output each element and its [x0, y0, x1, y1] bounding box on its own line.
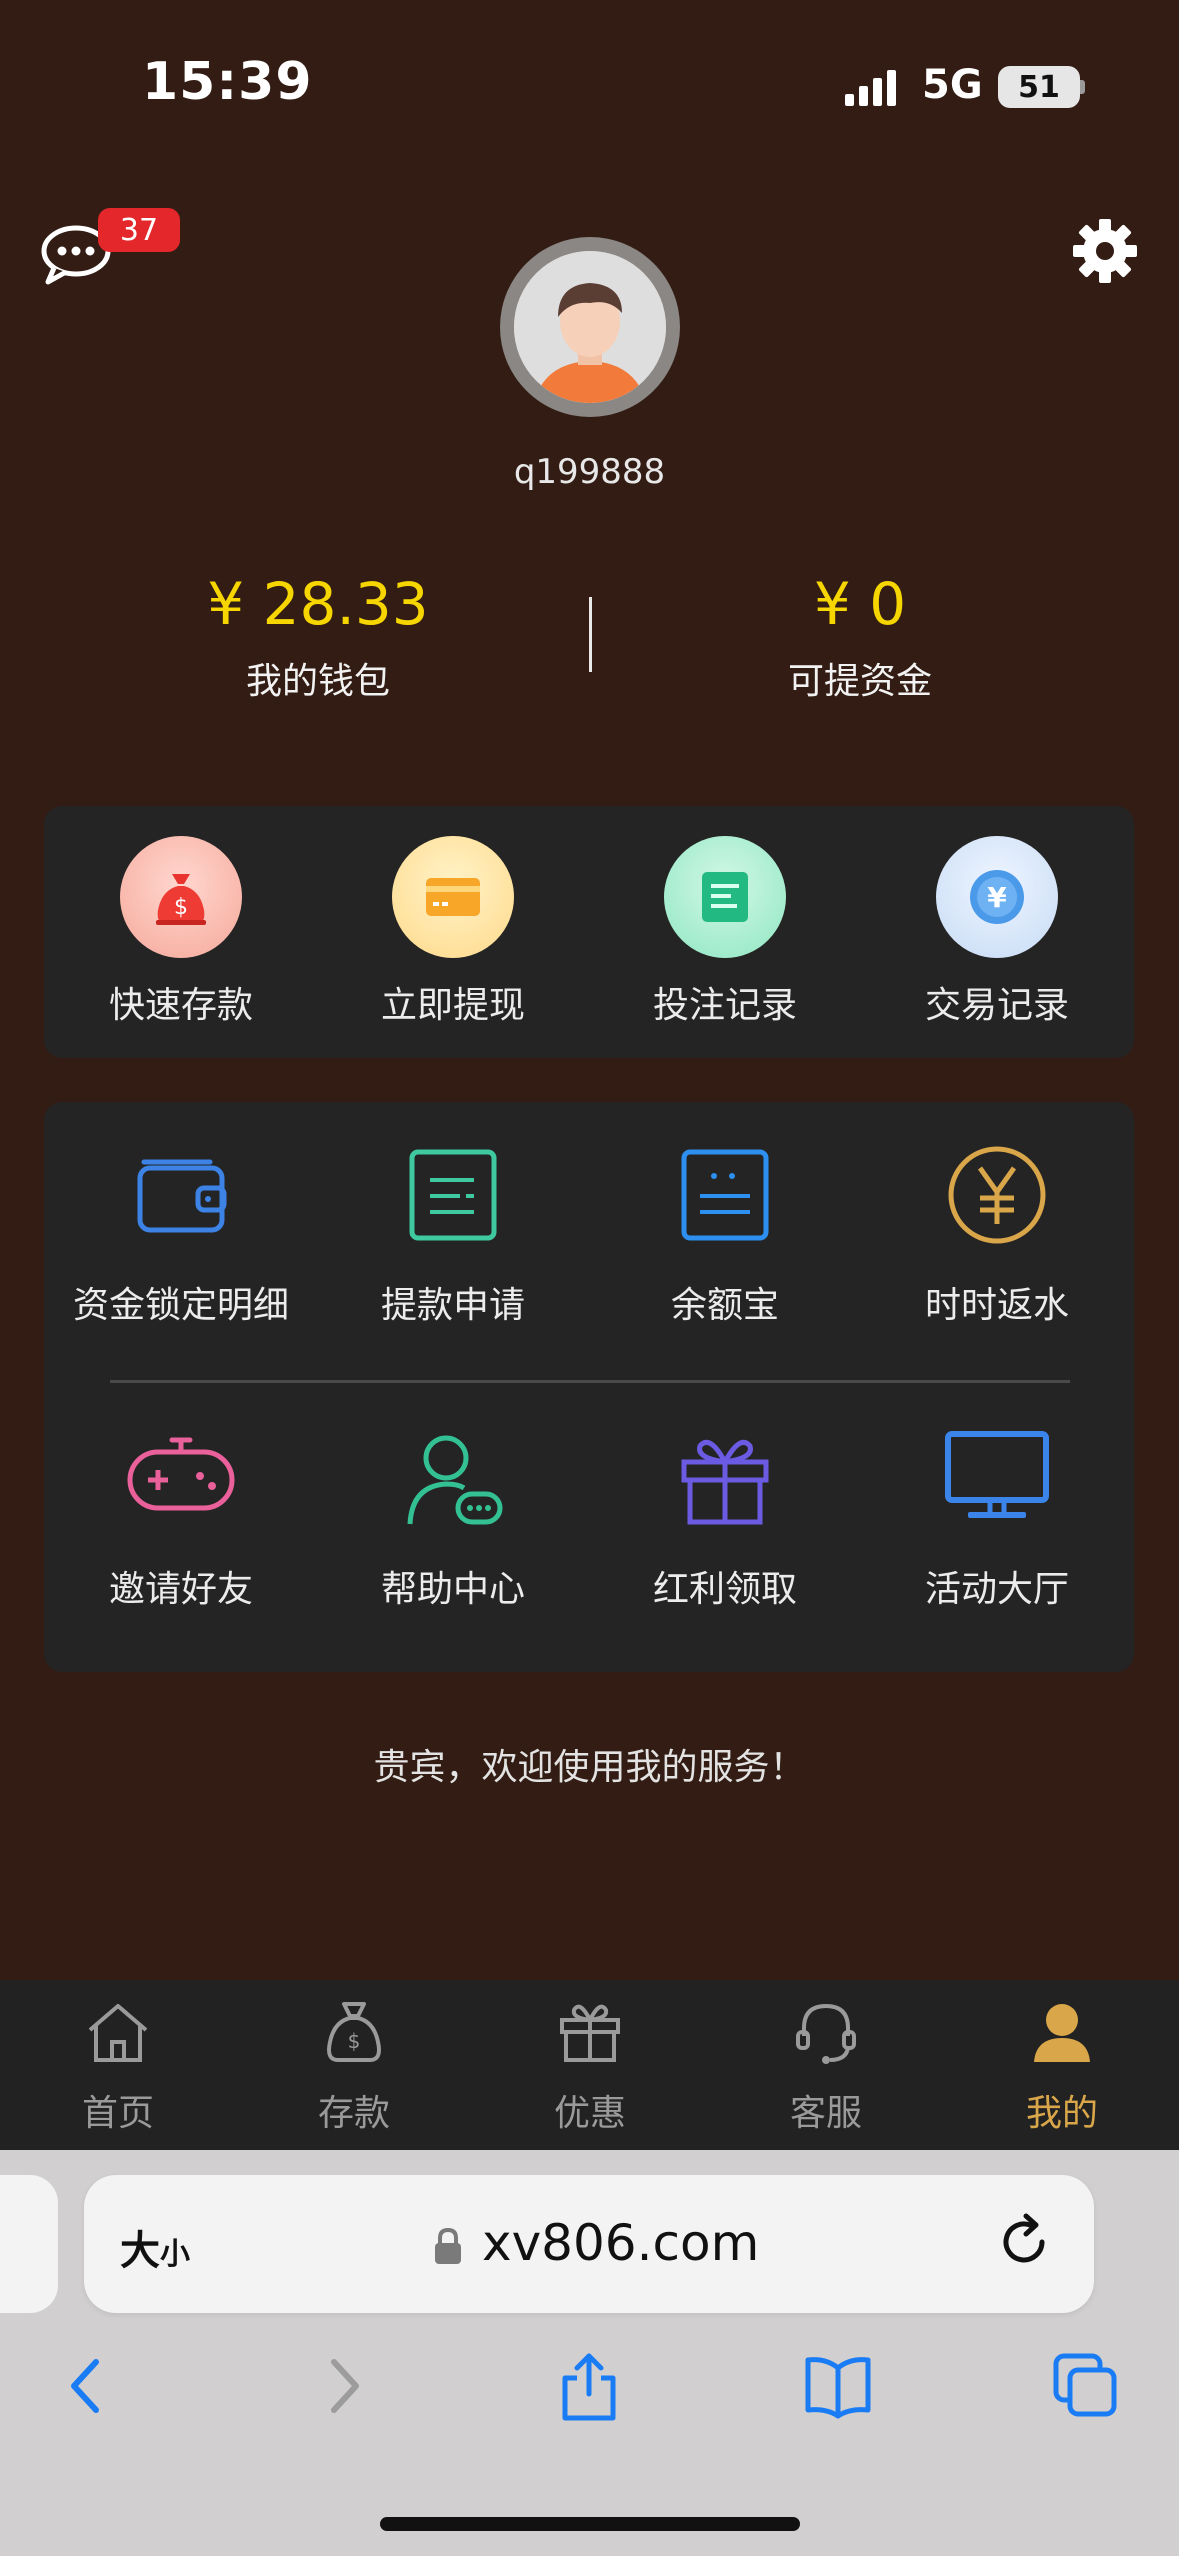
list-icon [409, 1149, 497, 1241]
home-indicator [380, 2517, 800, 2531]
activity-hall-button[interactable]: 活动大厅 [861, 1424, 1133, 1612]
withdrawal-request-label: 提款申请 [380, 1285, 525, 1326]
withdrawable-amount: ¥ 0 [813, 570, 907, 638]
balance-treasure-label: 余额宝 [670, 1285, 779, 1326]
document-icon [664, 836, 786, 958]
nav-promotions[interactable]: 优惠 [472, 1996, 708, 2136]
previous-tab-preview[interactable] [0, 2175, 58, 2313]
money-bag-icon: $ [327, 2002, 381, 2062]
withdraw-now-label: 立即提现 [380, 985, 525, 1026]
fund-lock-details-label: 资金锁定明细 [72, 1285, 289, 1326]
battery-indicator: 51 [998, 66, 1080, 108]
fund-lock-details-button[interactable]: 资金锁定明细 [45, 1140, 317, 1328]
network-type: 5G [922, 62, 983, 108]
gift-icon [560, 2004, 620, 2062]
nav-customer-service[interactable]: 客服 [708, 1996, 944, 2136]
nav-mine-label: 我的 [1025, 2093, 1098, 2134]
balance-divider [589, 597, 592, 672]
quick-deposit-label: 快速存款 [108, 985, 253, 1026]
battery-tip [1080, 80, 1085, 94]
reload-icon[interactable] [996, 2212, 1056, 2272]
welcome-message: 贵宾，欢迎使用我的服务！ [373, 1747, 806, 1788]
transaction-records-label: 交易记录 [924, 985, 1069, 1026]
lines-icon [681, 1149, 769, 1241]
bet-records-button[interactable]: 投注记录 [589, 836, 861, 1028]
nav-home[interactable]: 首页 [0, 1996, 236, 2136]
nav-home-label: 首页 [81, 2093, 154, 2134]
avatar[interactable] [500, 237, 680, 417]
username: q199888 [513, 452, 666, 492]
gift-icon [681, 1440, 769, 1525]
rebate-button[interactable]: 时时返水 [861, 1140, 1133, 1328]
withdraw-now-button[interactable]: 立即提现 [317, 836, 589, 1028]
message-count-badge: 37 [98, 208, 180, 252]
help-center-button[interactable]: 帮助中心 [317, 1424, 589, 1612]
lock-icon [435, 2227, 461, 2264]
text-size-button[interactable]: 大小 [120, 2218, 190, 2276]
url-text[interactable]: xv806.com [482, 2214, 759, 2272]
signal-icon [845, 70, 896, 106]
status-time: 15:39 [142, 52, 313, 112]
forward-icon[interactable] [306, 2350, 378, 2422]
support-user-icon [407, 1435, 503, 1525]
bookmarks-icon[interactable] [802, 2350, 874, 2422]
svg-text:¥: ¥ [987, 881, 1007, 914]
tabs-icon[interactable] [1050, 2350, 1122, 2422]
quick-deposit-button[interactable]: $ 快速存款 [45, 836, 317, 1028]
bonus-claim-button[interactable]: 红利领取 [589, 1424, 861, 1612]
user-icon [1034, 2004, 1090, 2062]
balance-treasure-button[interactable]: 余额宝 [589, 1140, 861, 1328]
back-icon[interactable] [52, 2350, 124, 2422]
svg-text:$: $ [174, 895, 188, 920]
money-bag-icon: $ [120, 836, 242, 958]
nav-promotions-label: 优惠 [553, 2093, 626, 2134]
nav-customer-service-label: 客服 [789, 2093, 862, 2134]
withdrawable-label: 可提资金 [787, 661, 932, 702]
gamepad-icon [127, 1437, 235, 1511]
wallet-label: 我的钱包 [245, 661, 390, 702]
monitor-icon [945, 1431, 1049, 1518]
transaction-records-button[interactable]: ¥ 交易记录 [861, 836, 1133, 1028]
headset-icon [796, 2003, 856, 2064]
gear-icon[interactable] [1072, 218, 1138, 284]
nav-deposit[interactable]: $ 存款 [236, 1996, 472, 2136]
avatar-image [514, 251, 666, 403]
invite-friends-label: 邀请好友 [108, 1569, 253, 1610]
battery-level: 51 [1018, 69, 1060, 105]
wallet-amount: ¥ 28.33 [207, 570, 429, 638]
invite-friends-button[interactable]: 邀请好友 [45, 1424, 317, 1612]
withdrawal-request-button[interactable]: 提款申请 [317, 1140, 589, 1328]
svg-text:$: $ [348, 2029, 361, 2053]
card-icon [392, 836, 514, 958]
wallet-icon [137, 1159, 227, 1233]
bet-records-label: 投注记录 [652, 985, 797, 1026]
home-icon [88, 2004, 148, 2062]
yen-circle-icon [948, 1146, 1046, 1244]
grid-divider [110, 1380, 1070, 1383]
nav-deposit-label: 存款 [317, 2093, 390, 2134]
nav-mine[interactable]: 我的 [944, 1996, 1179, 2136]
help-center-label: 帮助中心 [380, 1569, 525, 1610]
yen-coin-icon: ¥ [936, 836, 1058, 958]
bonus-claim-label: 红利领取 [652, 1569, 797, 1610]
activity-hall-label: 活动大厅 [924, 1569, 1069, 1610]
share-icon[interactable] [553, 2350, 625, 2422]
rebate-label: 时时返水 [924, 1285, 1069, 1326]
